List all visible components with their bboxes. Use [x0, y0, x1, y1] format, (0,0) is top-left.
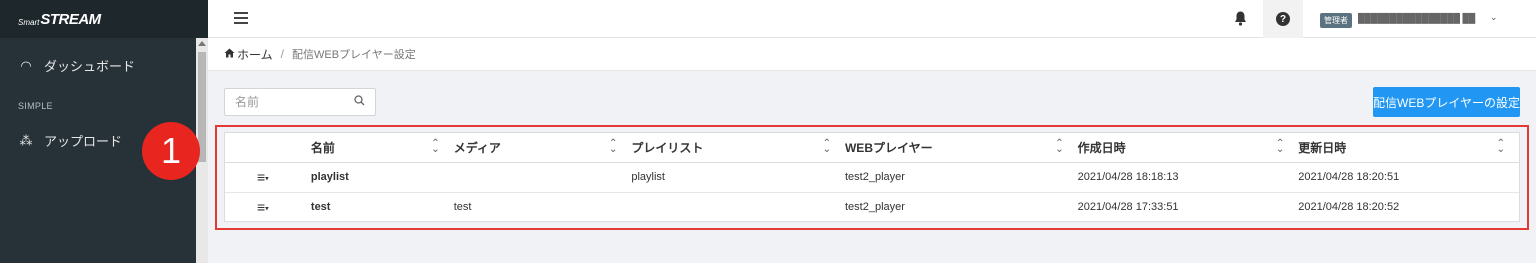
sidebar-item-label: アップロード — [44, 134, 123, 149]
bell-icon[interactable] — [1234, 11, 1247, 29]
home-icon[interactable] — [224, 48, 235, 61]
top-navbar: ? 管理者 ████████████████ ██ ⌄ — [208, 0, 1536, 38]
user-menu[interactable]: ████████████████ ██ — [1358, 13, 1475, 23]
brand-small-text: Smart — [18, 18, 40, 27]
player-settings-button[interactable]: 配信WEBプレイヤーの設定 — [1373, 87, 1520, 117]
menu-toggle-icon[interactable] — [234, 12, 248, 24]
breadcrumb-separator: / — [280, 47, 284, 61]
sidebar-item-label: ダッシュボード — [44, 59, 136, 74]
brand-main-text: STREAM — [40, 10, 101, 28]
role-badge: 管理者 — [1320, 13, 1352, 28]
search-input[interactable] — [225, 89, 345, 115]
annotation-highlight-box — [215, 125, 1529, 230]
annotation-number-badge: 1 — [142, 122, 200, 180]
upload-icon: ⁂ — [19, 132, 33, 148]
dashboard-gauge-icon: ◠ — [20, 57, 32, 73]
scroll-up-arrow-icon[interactable] — [198, 41, 206, 46]
search-icon[interactable] — [354, 95, 365, 109]
help-icon: ? — [1276, 12, 1290, 26]
breadcrumb-home-link[interactable]: ホーム — [237, 46, 273, 63]
chevron-down-icon[interactable]: ⌄ — [1490, 12, 1498, 23]
search-box[interactable] — [224, 88, 376, 116]
sidebar-section-title: SIMPLE — [18, 101, 53, 111]
sidebar-item-upload[interactable]: ⁂ アップロード — [18, 131, 123, 150]
help-button[interactable]: ? — [1263, 0, 1303, 38]
brand-logo[interactable]: Smart STREAM — [0, 0, 208, 38]
sidebar-item-dashboard[interactable]: ◠ ダッシュボード — [18, 56, 135, 75]
breadcrumb: ホーム / 配信WEBプレイヤー設定 — [208, 38, 1536, 71]
breadcrumb-current: 配信WEBプレイヤー設定 — [291, 49, 416, 61]
